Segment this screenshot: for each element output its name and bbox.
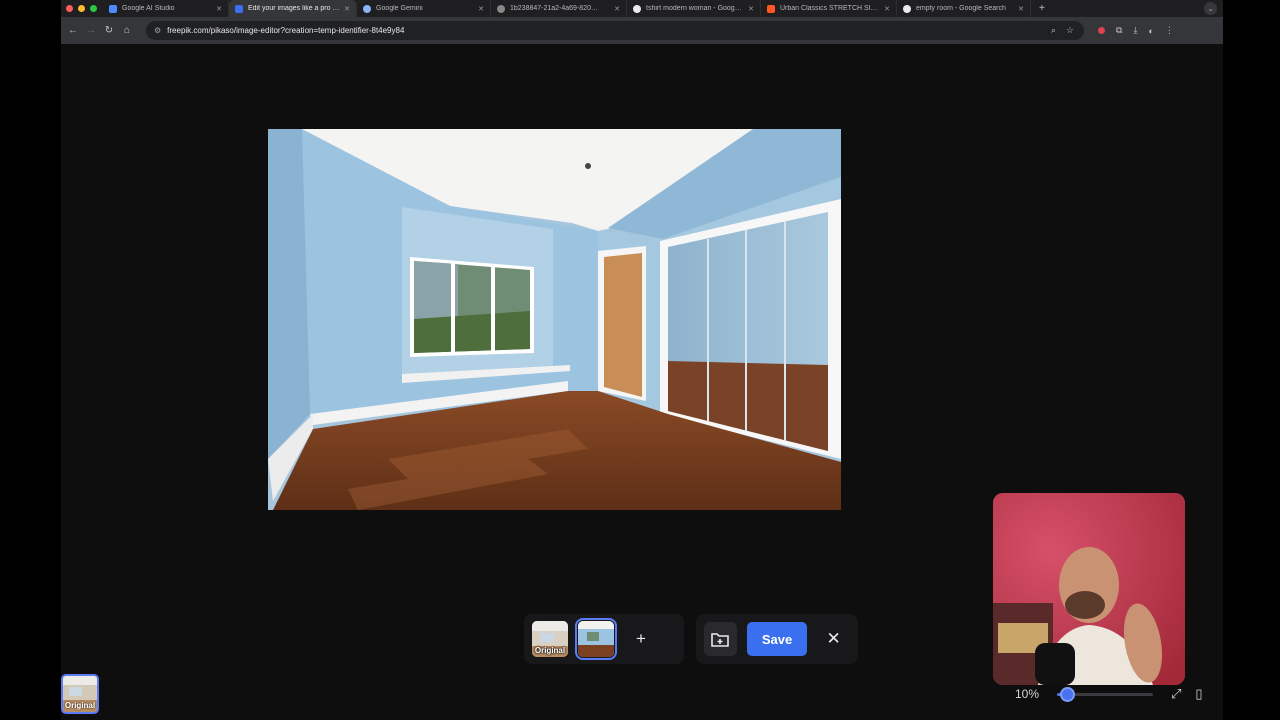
reload-icon[interactable]: ↻: [100, 25, 118, 36]
tab-1[interactable]: Edit your images like a pro w… ✕: [229, 0, 357, 17]
tab-0[interactable]: Google AI Studio ✕: [103, 0, 229, 17]
fit-screen-icon[interactable]: ⤢: [1171, 686, 1181, 702]
tab-close-icon[interactable]: ✕: [478, 5, 484, 13]
save-to-folder-button[interactable]: [704, 622, 737, 656]
save-button[interactable]: Save: [746, 622, 808, 656]
tab-4[interactable]: tshirt modern woman - Goog… ✕: [627, 0, 761, 17]
history-thumbnail-label: Original: [64, 701, 96, 710]
tab-3[interactable]: 1b238847-21a2-4a69-820… ✕: [491, 0, 627, 17]
tab-favicon: [767, 4, 775, 13]
presenter-video: [993, 493, 1185, 685]
address-bar[interactable]: ⚙ freepik.com/pikaso/image-editor?creati…: [146, 21, 1084, 40]
toolbar-extensions: ⧉ ⤓ ◐ ⋮: [1098, 25, 1174, 36]
window-controls: [66, 5, 97, 12]
site-info-icon[interactable]: ⚙: [154, 26, 161, 35]
screen: Google AI Studio ✕ Edit your images like…: [0, 0, 1280, 720]
zoom-slider[interactable]: [1057, 686, 1153, 702]
back-arrow-icon[interactable]: ←: [64, 25, 82, 36]
bookmark-star-icon[interactable]: ☆: [1066, 25, 1074, 36]
maximize-window-button[interactable]: [90, 5, 97, 12]
tab-strip: Google AI Studio ✕ Edit your images like…: [61, 0, 1223, 17]
url-text: freepik.com/pikaso/image-editor?creation…: [167, 26, 405, 35]
tab-favicon: [903, 4, 911, 13]
thumbnail-label: Original: [534, 646, 566, 655]
tab-close-icon[interactable]: ✕: [614, 5, 620, 13]
version-strip: Original +: [524, 614, 684, 664]
tab-2[interactable]: Google Gemini ✕: [357, 0, 491, 17]
action-strip: Save ✕: [696, 614, 858, 664]
tab-close-icon[interactable]: ✕: [884, 5, 890, 13]
tab-label: 1b238847-21a2-4a69-820…: [510, 5, 598, 12]
recording-extension-icon[interactable]: [1098, 27, 1105, 34]
tab-label: Urban Classics STRETCH Sl…: [780, 5, 878, 12]
forward-arrow-icon[interactable]: →: [82, 25, 100, 36]
thumbnail-original[interactable]: Original: [532, 621, 568, 657]
tab-close-icon[interactable]: ✕: [748, 5, 754, 13]
tab-close-icon[interactable]: ✕: [1018, 5, 1024, 13]
extensions-puzzle-icon[interactable]: ⧉: [1116, 25, 1122, 36]
tab-label: tshirt modern woman - Goog…: [646, 5, 742, 12]
folder-plus-icon: [711, 633, 730, 647]
close-editor-button[interactable]: ✕: [817, 622, 850, 656]
tab-5[interactable]: Urban Classics STRETCH Sl… ✕: [761, 0, 897, 17]
tab-search-chevron-icon[interactable]: ⌄: [1204, 2, 1217, 15]
document-icon[interactable]: ▯: [1195, 686, 1202, 702]
profile-icon[interactable]: ◐: [1148, 26, 1153, 36]
menu-kebab-icon[interactable]: ⋮: [1165, 25, 1174, 36]
browser-toolbar: ← → ↻ ⌂ ⚙ freepik.com/pikaso/image-edito…: [61, 17, 1223, 44]
tab-favicon: [235, 4, 243, 13]
room-image: [268, 129, 841, 510]
edited-image[interactable]: [268, 129, 841, 510]
thumbnail-image: [578, 621, 614, 657]
tab-label: Edit your images like a pro w…: [248, 5, 341, 12]
tab-favicon: [363, 4, 371, 13]
history-thumbnail-original[interactable]: Original: [61, 674, 99, 714]
tab-close-icon[interactable]: ✕: [216, 5, 222, 13]
tab-label: Google AI Studio: [122, 5, 175, 12]
add-variation-button[interactable]: +: [624, 622, 658, 656]
zoom-percent: 10%: [1015, 687, 1040, 701]
tab-favicon: [633, 4, 641, 13]
tab-label: Google Gemini: [376, 5, 423, 12]
home-icon[interactable]: ⌂: [118, 25, 136, 36]
tab-close-icon[interactable]: ✕: [344, 5, 350, 13]
zoom-control: 10% ⤢ ▯: [1015, 685, 1221, 703]
tab-6[interactable]: empty room - Google Search ✕: [897, 0, 1031, 17]
webcam-overlay: [993, 493, 1185, 685]
tab-favicon: [109, 4, 117, 13]
omnibox-actions: ⌕ ☆: [1051, 25, 1084, 36]
minimize-window-button[interactable]: [78, 5, 85, 12]
close-window-button[interactable]: [66, 5, 73, 12]
thumbnail-edited[interactable]: [575, 618, 617, 660]
tab-favicon: [497, 4, 505, 13]
new-tab-button[interactable]: +: [1039, 3, 1045, 14]
tab-label: empty room - Google Search: [916, 5, 1006, 12]
download-icon[interactable]: ⤓: [1133, 25, 1137, 36]
zoom-slider-handle[interactable]: [1059, 686, 1075, 702]
zoom-magnifier-icon[interactable]: ⌕: [1051, 25, 1056, 36]
